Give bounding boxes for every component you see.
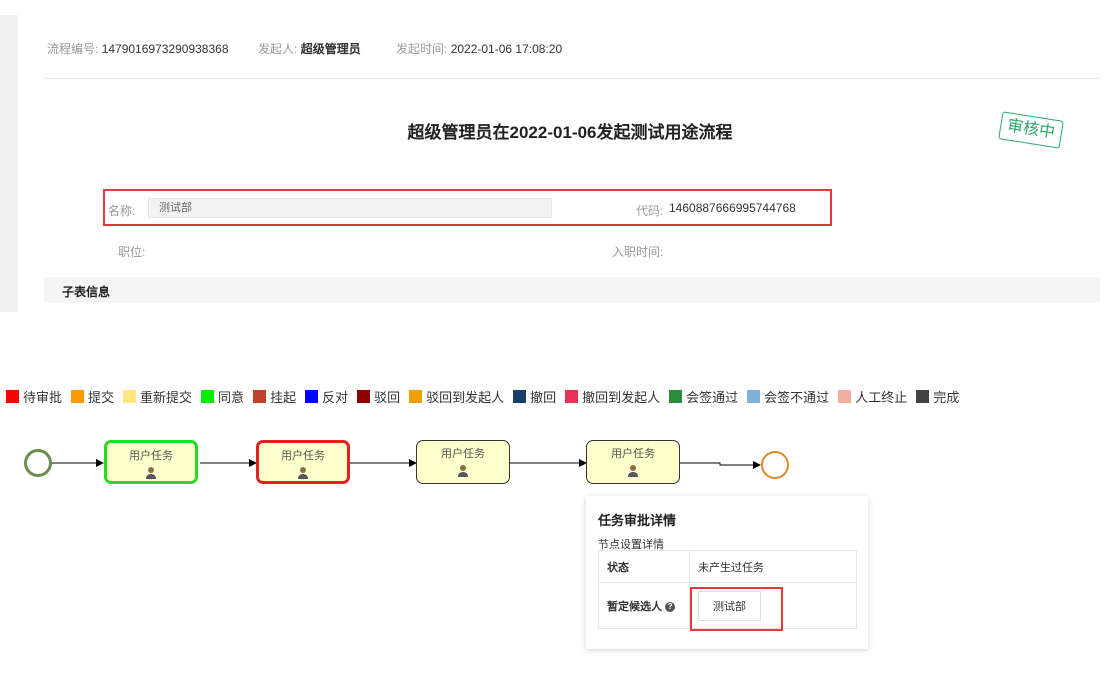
legend-item: 撤回到发起人 <box>565 387 660 406</box>
initiator-label: 发起人: <box>258 42 298 56</box>
sub-table-header <box>44 277 1100 303</box>
start-time: 2022-01-06 17:08:20 <box>450 42 563 56</box>
legend-swatch <box>123 389 137 403</box>
process-no-label: 流程编号: <box>47 42 99 56</box>
status-label: 状态 <box>598 550 690 583</box>
name-label: 名称: <box>108 204 136 218</box>
legend-item: 会签通过 <box>669 387 738 406</box>
status-legend: 待审批 提交 重新提交 同意 挂起 反对 驳回 驳回到发起人 撤回 撤回到发起人 会签通过 会签不通过… <box>6 386 968 406</box>
legend-swatch <box>201 389 215 403</box>
name-field[interactable]: 测试部 <box>148 198 552 218</box>
divider <box>44 78 1100 79</box>
left-gutter <box>0 15 18 312</box>
legend-label: 驳回到发起人 <box>426 389 505 405</box>
legend-label: 驳回 <box>374 389 401 405</box>
user-icon <box>107 466 195 483</box>
start-event[interactable] <box>24 449 52 477</box>
initiator-meta: 发起人: 超级管理员 <box>258 40 361 57</box>
legend-swatch <box>513 389 527 403</box>
legend-swatch <box>916 389 930 403</box>
status-stamp: 审核中 <box>998 111 1064 149</box>
legend-label: 重新提交 <box>140 389 193 405</box>
node-label: 用户任务 <box>281 449 325 462</box>
time-meta: 发起时间: 2022-01-06 17:08:20 <box>396 40 562 57</box>
candidate-label: 暂定候选人 <box>607 600 662 613</box>
legend-item: 人工终止 <box>838 387 907 406</box>
status-value: 未产生过任务 <box>689 550 857 583</box>
popup-title: 任务审批详情 <box>598 513 677 528</box>
legend-label: 待审批 <box>23 389 63 405</box>
flow-arrow <box>680 461 761 469</box>
legend-item: 会签不通过 <box>747 387 829 406</box>
flow-node-4[interactable]: 用户任务 <box>586 440 680 484</box>
code-label: 代码: <box>636 204 664 218</box>
flow-node-2[interactable]: 用户任务 <box>256 440 350 484</box>
legend-swatch <box>357 389 371 403</box>
legend-label: 反对 <box>322 389 349 405</box>
candidate-label-cell: 暂定候选人 ? <box>598 582 690 629</box>
table-row: 状态 未产生过任务 <box>598 550 857 583</box>
legend-label: 完成 <box>933 389 960 405</box>
legend-label: 撤回 <box>530 389 557 405</box>
legend-item: 重新提交 <box>123 387 192 406</box>
sub-table-title: 子表信息 <box>62 285 111 299</box>
entry-date-label: 入职时间: <box>612 245 664 259</box>
user-icon <box>259 466 347 483</box>
initiator-name: 超级管理员 <box>300 42 361 56</box>
end-event[interactable] <box>761 451 789 479</box>
legend-item: 挂起 <box>253 387 296 406</box>
user-icon <box>417 464 509 481</box>
flow-node-3[interactable]: 用户任务 <box>416 440 510 484</box>
legend-swatch <box>6 389 19 403</box>
legend-item: 同意 <box>201 387 244 406</box>
legend-label: 提交 <box>88 389 115 405</box>
code-value: 1460887666995744768 <box>669 201 796 215</box>
process-meta: 流程编号: 1479016973290938368 <box>47 40 229 57</box>
legend-label: 人工终止 <box>855 389 908 405</box>
legend-label: 同意 <box>218 389 245 405</box>
legend-swatch <box>305 389 319 403</box>
user-icon <box>587 464 679 481</box>
node-label: 用户任务 <box>611 447 655 460</box>
position-label: 职位: <box>118 245 146 259</box>
legend-item: 驳回到发起人 <box>409 387 504 406</box>
legend-item: 提交 <box>71 387 114 406</box>
legend-swatch <box>409 389 423 403</box>
legend-swatch <box>253 389 267 403</box>
legend-item: 反对 <box>305 387 348 406</box>
legend-label: 撤回到发起人 <box>582 389 661 405</box>
legend-label: 挂起 <box>270 389 297 405</box>
legend-item: 撤回 <box>513 387 556 406</box>
legend-swatch <box>669 389 683 403</box>
help-icon[interactable]: ? <box>665 601 676 612</box>
legend-item: 完成 <box>916 387 959 406</box>
legend-swatch <box>838 389 852 403</box>
highlight-box-candidate <box>690 587 783 631</box>
legend-swatch <box>565 389 579 403</box>
node-label: 用户任务 <box>129 449 173 462</box>
flow-node-1[interactable]: 用户任务 <box>104 440 198 484</box>
legend-label: 会签通过 <box>686 389 739 405</box>
legend-item: 待审批 <box>6 387 62 406</box>
legend-swatch <box>747 389 761 403</box>
page-title: 超级管理员在2022-01-06发起测试用途流程 <box>407 123 733 142</box>
legend-label: 会签不通过 <box>764 389 830 405</box>
node-label: 用户任务 <box>441 447 485 460</box>
legend-item: 驳回 <box>357 387 400 406</box>
time-label: 发起时间: <box>396 42 448 56</box>
process-no: 1479016973290938368 <box>101 42 229 56</box>
legend-swatch <box>71 389 85 403</box>
